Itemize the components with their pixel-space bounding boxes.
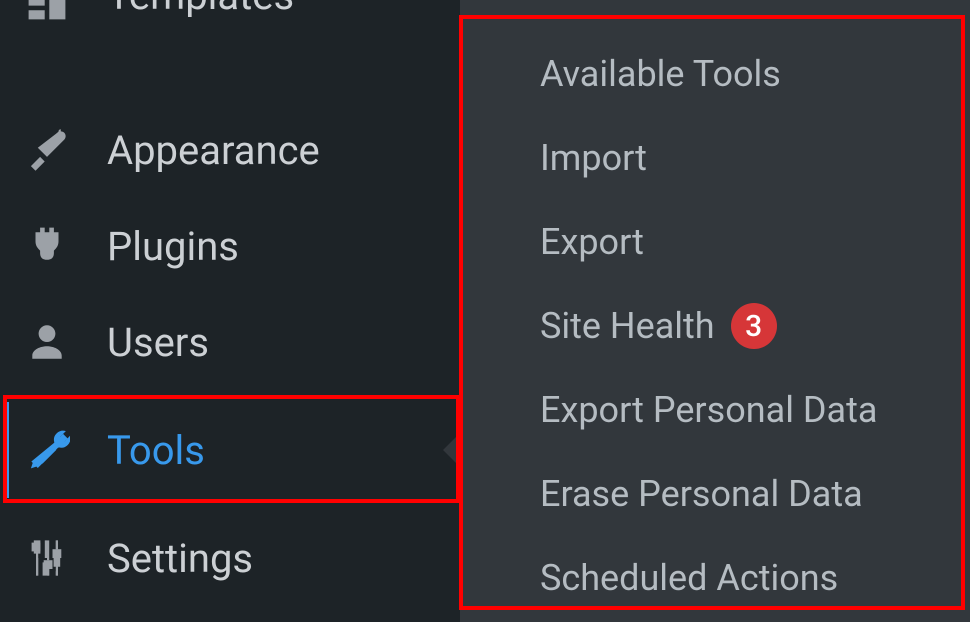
appearance-icon — [22, 125, 72, 175]
sidebar-item-label: Plugins — [107, 223, 239, 270]
submenu-item-export-personal-data[interactable]: Export Personal Data — [460, 368, 970, 452]
sidebar-item-label: Templates — [107, 0, 294, 19]
sidebar-item-templates[interactable]: Templates — [0, 0, 460, 42]
submenu-item-available-tools[interactable]: Available Tools — [460, 32, 970, 116]
submenu-item-scheduled-actions[interactable]: Scheduled Actions — [460, 536, 970, 620]
sidebar-item-label: Settings — [107, 535, 253, 582]
sidebar-item-label: Tools — [107, 427, 205, 474]
submenu-item-label: Erase Personal Data — [540, 473, 863, 515]
submenu-item-label: Scheduled Actions — [540, 557, 838, 599]
submenu-item-export[interactable]: Export — [460, 200, 970, 284]
sidebar-item-settings[interactable]: Settings — [0, 510, 460, 606]
tools-submenu: Available Tools Import Export Site Healt… — [460, 0, 970, 622]
sidebar-item-plugins[interactable]: Plugins — [0, 198, 460, 294]
submenu-item-erase-personal-data[interactable]: Erase Personal Data — [460, 452, 970, 536]
submenu-item-label: Export Personal Data — [540, 389, 877, 431]
notification-badge: 3 — [731, 303, 777, 349]
templates-icon — [22, 0, 72, 26]
plugins-icon — [22, 221, 72, 271]
sidebar-item-users[interactable]: Users — [0, 294, 460, 390]
submenu-item-site-health[interactable]: Site Health 3 — [460, 284, 970, 368]
sidebar-item-label: Appearance — [107, 127, 320, 174]
sidebar-item-label: Users — [107, 319, 209, 366]
submenu-item-label: Import — [540, 137, 647, 179]
tools-icon — [22, 425, 72, 475]
admin-sidebar: Templates Appearance Plugins Users — [0, 0, 460, 622]
sidebar-item-tools[interactable]: Tools — [0, 402, 460, 498]
settings-icon — [22, 533, 72, 583]
active-indicator — [3, 402, 9, 498]
users-icon — [22, 317, 72, 367]
submenu-item-label: Site Health — [540, 305, 715, 347]
submenu-item-label: Available Tools — [540, 53, 781, 95]
submenu-item-import[interactable]: Import — [460, 116, 970, 200]
sidebar-item-appearance[interactable]: Appearance — [0, 102, 460, 198]
submenu-item-label: Export — [540, 221, 644, 263]
